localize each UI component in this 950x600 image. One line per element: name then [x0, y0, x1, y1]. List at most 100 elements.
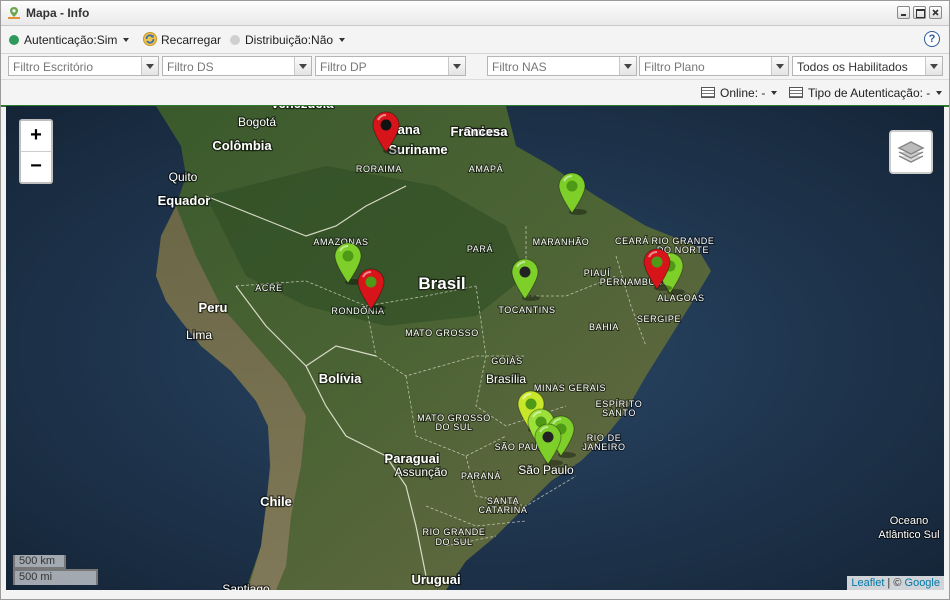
chevron-down-icon [771, 91, 778, 95]
maximize-button[interactable] [913, 6, 926, 19]
map-label: Quito [169, 170, 198, 184]
online-menu[interactable]: Online: - [701, 86, 778, 100]
map-label: MINAS GERAIS [534, 383, 606, 393]
zoom-in-button[interactable]: + [21, 121, 51, 152]
auth-type-menu[interactable]: Tipo de Autenticação: - [789, 86, 943, 100]
dropdown-arrow-icon[interactable] [294, 57, 311, 75]
map-canvas: VenezuelaGuianaGuianaFrancesaBogotáColôm… [6, 106, 944, 590]
map-label: Assunção [395, 465, 448, 479]
list-icon [789, 87, 803, 98]
dropdown-arrow-icon[interactable] [448, 57, 465, 75]
filter-habilitados[interactable]: Todos os Habilitados [792, 56, 943, 76]
filter-plano-placeholder: Filtro Plano [644, 60, 705, 74]
map-label: Francesa [450, 124, 508, 139]
dropdown-arrow-icon[interactable] [141, 57, 158, 75]
minimize-button[interactable] [897, 6, 910, 19]
close-button[interactable] [929, 6, 942, 19]
layers-icon [897, 141, 925, 163]
online-label: Online: - [720, 86, 766, 100]
map-label: Venezuela [271, 106, 335, 111]
close-icon [932, 9, 939, 16]
scale-km: 500 km [13, 555, 66, 569]
map-label: AMAPÁ [469, 164, 504, 174]
auth-status-icon [9, 35, 19, 45]
map-window: Mapa - Info Autenticação:Sim Recarregar [0, 0, 950, 600]
map-label: SANTO [602, 408, 636, 418]
map-label: Brasil [418, 274, 465, 293]
auth-menu[interactable]: Autenticação:Sim [9, 33, 130, 47]
map-label: DO SUL [435, 422, 472, 432]
map-label: CATARINA [479, 505, 528, 515]
map-label: DO SUL [435, 537, 472, 547]
scale-mi: 500 mi [13, 569, 98, 585]
distribution-status-icon [230, 35, 240, 45]
attribution-separator: | © [884, 577, 905, 589]
auth-label: Autenticação:Sim [24, 33, 118, 47]
map-label: RORAIMA [356, 164, 402, 174]
filter-nas-placeholder: Filtro NAS [492, 60, 547, 74]
window-title: Mapa - Info [26, 6, 90, 20]
title-bar: Mapa - Info [1, 1, 949, 26]
map-label: SERGIPE [637, 314, 681, 324]
dropdown-arrow-icon[interactable] [619, 57, 636, 75]
reload-button[interactable]: Recarregar [142, 31, 221, 47]
dropdown-arrow-icon[interactable] [771, 57, 788, 75]
chevron-down-icon [339, 38, 346, 42]
map-label: CEARÁ [615, 236, 649, 246]
map-label: Bolívia [319, 371, 362, 386]
reload-label: Recarregar [161, 33, 222, 47]
map-label: São Paulo [518, 463, 574, 477]
map-label: Peru [199, 300, 228, 315]
help-button[interactable]: ? [924, 31, 940, 47]
distribution-menu[interactable]: Distribuição:Não [230, 33, 346, 47]
map-attribution: Leaflet | © Google [847, 576, 944, 590]
chevron-down-icon [936, 91, 943, 95]
map-label: Brasília [486, 372, 526, 386]
filter-bar: Filtro Escritório Filtro DS Filtro DP Fi… [1, 54, 949, 79]
map-label: Chile [260, 494, 292, 509]
map-label: Oceano [890, 515, 929, 527]
filter-ds-placeholder: Filtro DS [167, 60, 214, 74]
status-toolbar: Online: - Tipo de Autenticação: - [1, 79, 949, 107]
map-label: ALAGOAS [657, 293, 704, 303]
map-label: Lima [186, 328, 212, 342]
dropdown-arrow-icon[interactable] [925, 57, 942, 75]
map-label: Uruguai [411, 572, 460, 587]
distribution-label: Distribuição:Não [245, 33, 334, 47]
filter-ds[interactable]: Filtro DS [162, 56, 312, 76]
filter-plano[interactable]: Filtro Plano [639, 56, 789, 76]
map-label: Equador [158, 193, 211, 208]
map-label: PARANÁ [461, 471, 501, 481]
filter-habilitados-value: Todos os Habilitados [797, 60, 908, 74]
map-label: Bogotá [238, 115, 276, 129]
list-icon [701, 87, 715, 98]
map-view[interactable]: VenezuelaGuianaGuianaFrancesaBogotáColôm… [6, 106, 944, 590]
map-label: ACRE [255, 283, 282, 293]
map-label: Colômbia [212, 138, 272, 153]
zoom-control: + − [19, 119, 53, 184]
leaflet-link[interactable]: Leaflet [851, 577, 884, 589]
map-app-icon [8, 7, 20, 19]
map-label: Paraguai [385, 451, 440, 466]
filter-nas[interactable]: Filtro NAS [487, 56, 637, 76]
layers-button[interactable] [889, 130, 933, 174]
map-label: Santiago [222, 582, 270, 590]
map-label: TOCANTINS [498, 305, 555, 315]
map-label: MATO GROSSO [405, 328, 479, 338]
reload-icon [143, 32, 157, 46]
zoom-out-button[interactable]: − [21, 152, 51, 182]
map-label: GOIÁS [491, 356, 523, 366]
google-link[interactable]: Google [905, 577, 940, 589]
filter-dp-placeholder: Filtro DP [320, 60, 367, 74]
filter-dp[interactable]: Filtro DP [315, 56, 466, 76]
auth-type-label: Tipo de Autenticação: - [808, 86, 931, 100]
map-label: JANEIRO [582, 442, 625, 452]
map-label: PARÁ [467, 244, 493, 254]
map-label: BAHIA [589, 322, 619, 332]
map-label: RIO GRANDE [422, 527, 485, 537]
filter-escritorio-placeholder: Filtro Escritório [13, 60, 94, 74]
filter-escritorio[interactable]: Filtro Escritório [8, 56, 159, 76]
chevron-down-icon [123, 38, 130, 42]
map-label: MARANHÃO [533, 237, 590, 247]
main-toolbar: Autenticação:Sim Recarregar Distribuição… [1, 26, 949, 54]
